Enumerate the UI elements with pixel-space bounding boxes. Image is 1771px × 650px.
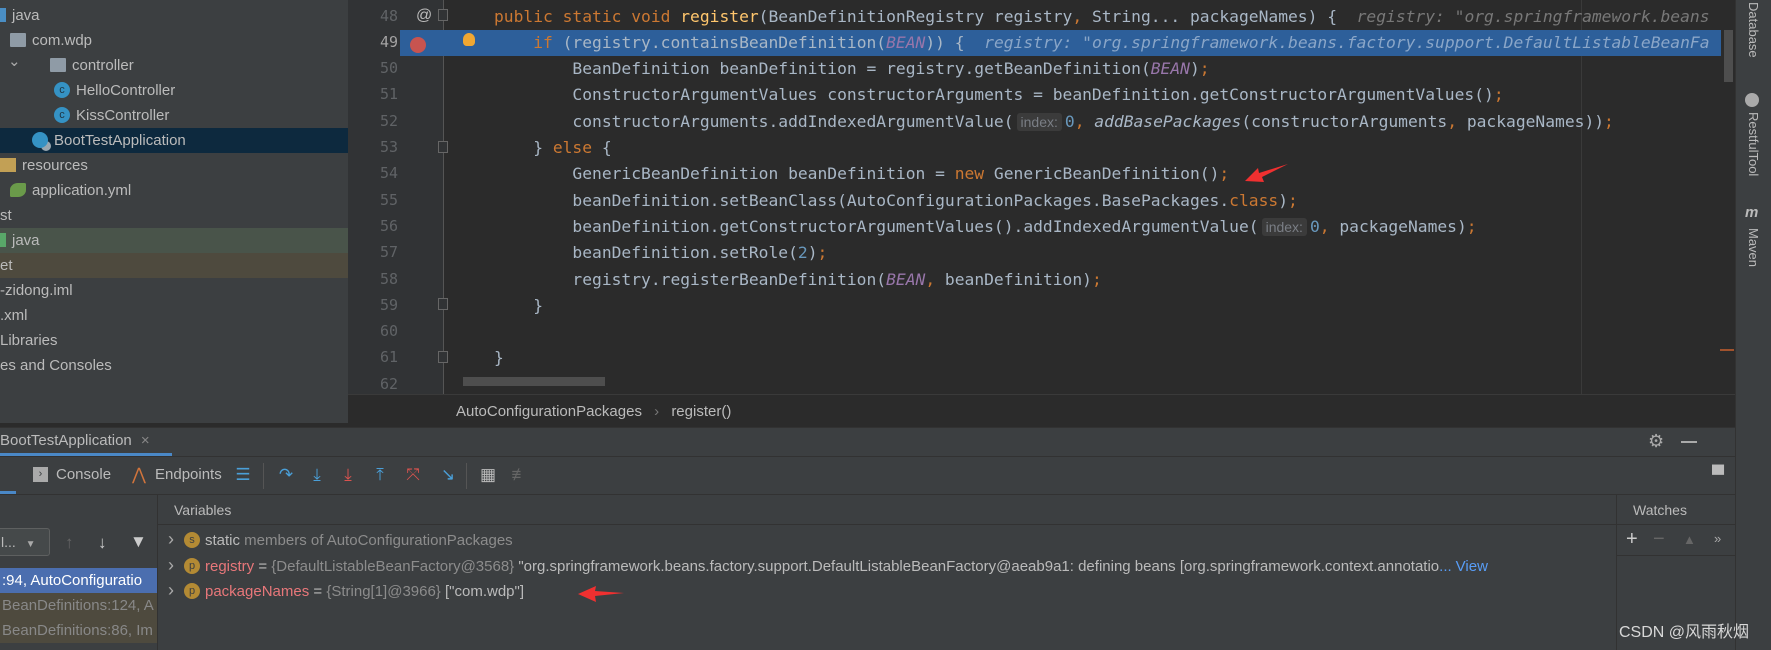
red-arrow-annotation bbox=[1245, 164, 1288, 182]
annotation-overlay bbox=[578, 164, 1288, 602]
red-arrow-annotation bbox=[578, 586, 624, 602]
watermark: CSDN @风雨秋烟 bbox=[1619, 624, 1750, 641]
